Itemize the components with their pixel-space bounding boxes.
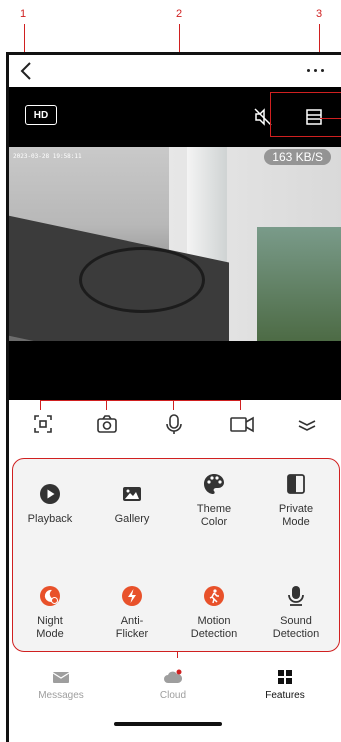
annotation-line xyxy=(240,400,241,410)
annotation-line xyxy=(40,400,240,401)
annotation-number-3: 3 xyxy=(316,8,323,20)
camera-icon xyxy=(97,415,117,433)
talk-button[interactable] xyxy=(162,412,186,436)
chevron-double-down-icon xyxy=(298,420,316,431)
home-indicator xyxy=(114,722,222,726)
feature-gallery[interactable]: Gallery xyxy=(97,483,167,526)
camera-feed: 2023-03-28 19:58:11 163 KB/S xyxy=(9,147,341,341)
annotation-line xyxy=(40,400,41,410)
tab-messages[interactable]: Messages xyxy=(21,668,101,701)
annotation-line xyxy=(270,92,271,136)
feature-sound-detection[interactable]: Sound Detection xyxy=(261,585,331,641)
snapshot-button[interactable] xyxy=(95,412,119,436)
night-mode-icon xyxy=(40,586,60,606)
feature-label: Sound Detection xyxy=(272,615,320,640)
image-icon xyxy=(123,487,141,501)
feature-anti-flicker[interactable]: Anti- Flicker xyxy=(97,585,167,641)
feature-label: Playback xyxy=(27,513,73,525)
control-toolbar xyxy=(9,400,341,450)
envelope-icon xyxy=(52,672,70,683)
palette-icon xyxy=(204,474,224,494)
feed-window xyxy=(257,227,341,341)
hd-quality-button[interactable]: HD xyxy=(25,105,57,125)
chevron-left-icon xyxy=(20,62,31,80)
grid-icon xyxy=(278,670,292,684)
motion-icon xyxy=(204,586,224,606)
feature-theme-color[interactable]: Theme Color xyxy=(179,473,249,529)
tab-cloud[interactable]: Cloud xyxy=(133,668,213,701)
annotation-line xyxy=(270,136,341,137)
feature-label: Theme Color xyxy=(196,503,232,528)
feature-label: Night Mode xyxy=(36,615,64,640)
feature-night-mode[interactable]: Night Mode xyxy=(15,585,85,641)
feature-label: Motion Detection xyxy=(190,615,238,640)
back-button[interactable] xyxy=(15,59,39,83)
feature-label: Gallery xyxy=(114,513,150,525)
annotation-number-2: 2 xyxy=(176,8,183,20)
video-camera-icon xyxy=(230,416,254,433)
navigation-bar xyxy=(9,55,341,87)
more-dot-icon xyxy=(321,68,324,72)
bottom-tab-bar: Messages Cloud Features xyxy=(9,658,341,716)
video-timestamp: 2023-03-28 19:58:11 xyxy=(13,153,82,160)
feature-playback[interactable]: Playback xyxy=(15,483,85,526)
microphone-icon xyxy=(166,414,182,434)
layout-icon xyxy=(306,109,322,125)
more-dot-icon xyxy=(314,68,317,72)
privacy-icon xyxy=(287,474,305,494)
tab-label: Cloud xyxy=(159,690,187,701)
microphone-icon xyxy=(288,586,304,606)
feature-label: Anti- Flicker xyxy=(115,615,149,640)
feature-private-mode[interactable]: Private Mode xyxy=(261,473,331,529)
layout-toggle-button[interactable] xyxy=(305,108,323,126)
tab-features[interactable]: Features xyxy=(245,668,325,701)
feature-motion-detection[interactable]: Motion Detection xyxy=(179,585,249,641)
tab-label: Messages xyxy=(38,690,84,701)
fullscreen-button[interactable] xyxy=(31,412,55,436)
feed-cable xyxy=(79,247,205,313)
annotation-line xyxy=(320,118,341,119)
more-options-button[interactable] xyxy=(307,63,329,77)
stream-speed-badge: 163 KB/S xyxy=(264,149,331,165)
lightning-icon xyxy=(122,586,142,606)
live-video-area[interactable]: HD 2023-03-28 19:58:11 163 KB/S xyxy=(9,87,341,400)
play-icon xyxy=(40,484,60,504)
annotation-line xyxy=(173,400,174,410)
features-panel: Playback Gallery Theme Color Private Mod… xyxy=(12,458,340,652)
feature-label: Private Mode xyxy=(278,503,314,528)
cloud-icon xyxy=(164,669,182,683)
fullscreen-icon xyxy=(34,415,52,433)
tab-label: Features xyxy=(265,690,305,701)
collapse-button[interactable] xyxy=(295,412,319,436)
annotation-line xyxy=(270,92,341,93)
annotation-line xyxy=(106,400,107,410)
annotation-number-1: 1 xyxy=(20,8,27,20)
record-button[interactable] xyxy=(229,412,254,436)
more-dot-icon xyxy=(307,68,310,72)
